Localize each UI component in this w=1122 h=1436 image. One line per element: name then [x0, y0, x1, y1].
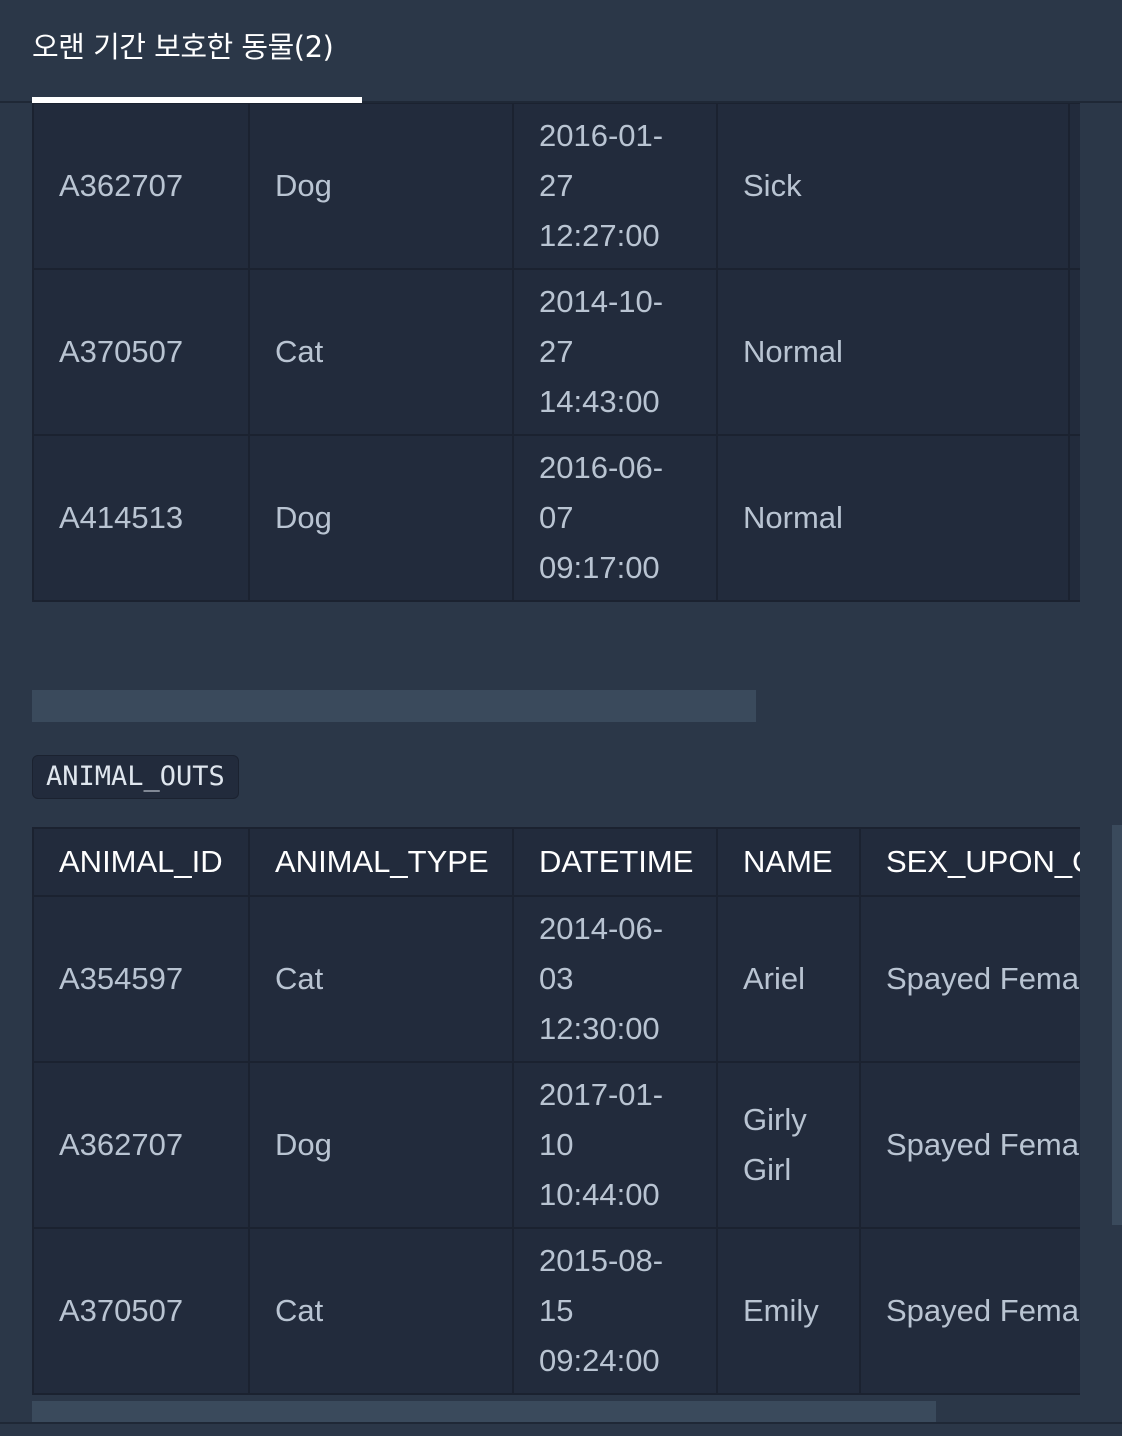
column-header-datetime[interactable]: DATETIME [512, 827, 718, 897]
cell-datetime: 2015-08-15 09:24:00 [512, 1227, 718, 1395]
tab-bar: 오랜 기간 보호한 동물(2) [0, 0, 1122, 103]
vertical-scrollbar-thumb[interactable] [1112, 825, 1122, 1225]
table-row: A362707 Dog 2016-01-27 12:27:00 Sick [32, 102, 1080, 270]
cell-animal-type: Cat [248, 1227, 514, 1395]
animal-outs-horizontal-scrollbar[interactable] [32, 1401, 1080, 1422]
table-row: A370507 Cat 2014-10-27 14:43:00 Normal [32, 268, 1080, 436]
column-header-sex-upon-outcome[interactable]: SEX_UPON_OUTCOME [859, 827, 1080, 897]
column-header-animal-type[interactable]: ANIMAL_TYPE [248, 827, 514, 897]
cell-animal-id: A362707 [32, 1061, 250, 1229]
cell-animal-type: Dog [248, 1061, 514, 1229]
cell-datetime: 2014-10-27 14:43:00 [512, 268, 718, 436]
cell-intake-condition: Normal [716, 434, 1070, 602]
cell-datetime: 2016-06-07 09:17:00 [512, 434, 718, 602]
cell-animal-id: A370507 [32, 1227, 250, 1395]
cell-animal-type: Dog [248, 102, 514, 270]
table-row: A370507 Cat 2015-08-15 09:24:00 Emily Sp… [32, 1227, 1080, 1395]
cell-datetime: 2016-01-27 12:27:00 [512, 102, 718, 270]
cell-animal-type: Cat [248, 895, 514, 1063]
cell-sex-upon-outcome: Spayed Female [859, 895, 1080, 1063]
column-header-animal-id[interactable]: ANIMAL_ID [32, 827, 250, 897]
cell-animal-id: A354597 [32, 895, 250, 1063]
cell-animal-id: A414513 [32, 434, 250, 602]
cell-name: Ariel [716, 895, 861, 1063]
cell-datetime: 2017-01-10 10:44:00 [512, 1061, 718, 1229]
animal-outs-table-container: ANIMAL_ID ANIMAL_TYPE DATETIME NAME SEX_… [32, 827, 1080, 1401]
result-panel: A354597 Cat 2014-05-02 12:16:00 Normal A… [0, 0, 1122, 1436]
cell-overflow [1068, 434, 1080, 602]
tab-label: 오랜 기간 보호한 동물(2) [32, 30, 334, 64]
cell-animal-type: Cat [248, 268, 514, 436]
divider [0, 1422, 1122, 1424]
animal-ins-table-container: A354597 Cat 2014-05-02 12:16:00 Normal A… [32, 22, 1080, 690]
cell-sex-upon-outcome: Spayed Female [859, 1061, 1080, 1229]
cell-overflow [1068, 102, 1080, 270]
active-tab-indicator [32, 97, 362, 103]
table-row: A414513 Dog 2016-06-07 09:17:00 Normal [32, 434, 1080, 602]
cell-name: Emily [716, 1227, 861, 1395]
animal-outs-table: ANIMAL_ID ANIMAL_TYPE DATETIME NAME SEX_… [32, 827, 1080, 1395]
cell-intake-condition: Normal [716, 268, 1070, 436]
cell-animal-id: A362707 [32, 102, 250, 270]
table-row: A362707 Dog 2017-01-10 10:44:00 Girly Gi… [32, 1061, 1080, 1229]
column-header-name[interactable]: NAME [716, 827, 861, 897]
cell-datetime: 2014-06-03 12:30:00 [512, 895, 718, 1063]
cell-sex-upon-outcome: Spayed Female [859, 1227, 1080, 1395]
cell-animal-type: Dog [248, 434, 514, 602]
table-row: A354597 Cat 2014-06-03 12:30:00 Ariel Sp… [32, 895, 1080, 1063]
cell-overflow [1068, 268, 1080, 436]
cell-intake-condition: Sick [716, 102, 1070, 270]
table-name-badge: ANIMAL_OUTS [32, 755, 239, 799]
scrollbar-thumb[interactable] [32, 1401, 936, 1422]
table-header-row: ANIMAL_ID ANIMAL_TYPE DATETIME NAME SEX_… [32, 827, 1080, 897]
cell-animal-id: A370507 [32, 268, 250, 436]
animal-ins-table: A354597 Cat 2014-05-02 12:16:00 Normal A… [32, 22, 1080, 602]
cell-name: Girly Girl [716, 1061, 861, 1229]
scrollbar-thumb[interactable] [32, 690, 756, 722]
animal-ins-horizontal-scrollbar[interactable] [32, 690, 1080, 722]
